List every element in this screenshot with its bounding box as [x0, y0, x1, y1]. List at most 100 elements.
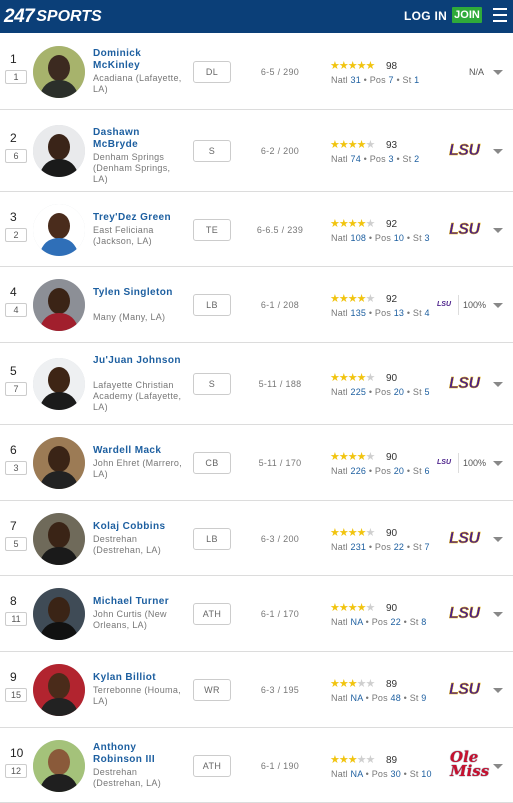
pos-rank[interactable]: 20 — [394, 466, 404, 476]
chevron-down-icon[interactable] — [493, 228, 503, 233]
pos-rank[interactable]: 20 — [394, 387, 404, 397]
player-avatar[interactable] — [33, 513, 85, 565]
natl-rank[interactable]: 74 — [351, 154, 361, 164]
player-name-link[interactable]: Kolaj Cobbins — [93, 521, 185, 533]
natl-rank[interactable]: 135 — [351, 308, 367, 318]
pos-rank[interactable]: 3 — [389, 154, 394, 164]
lsu-logo: LSU — [449, 142, 480, 159]
player-school: Denham Springs (Denham Springs, LA) — [93, 152, 171, 184]
state-rank[interactable]: 10 — [421, 769, 431, 779]
player-name-link[interactable]: Dashawn McBryde — [93, 127, 185, 151]
star-icon: ★ — [338, 678, 349, 690]
player-row[interactable]: 10 12 Anthony Robinson III Destrehan (De… — [0, 728, 513, 803]
lsu-logo: LSU — [449, 605, 480, 622]
natl-rank[interactable]: 226 — [351, 466, 367, 476]
player-row[interactable]: 7 5 Kolaj Cobbins Destrehan (Destrehan, … — [0, 501, 513, 576]
star-icon: ★ — [338, 451, 349, 463]
player-name-link[interactable]: Anthony Robinson III — [93, 742, 185, 766]
player-row[interactable]: 2 6 Dashawn McBryde Denham Springs (Denh… — [0, 110, 513, 192]
state-rank[interactable]: 3 — [425, 233, 430, 243]
separator: • — [368, 542, 373, 552]
player-name-link[interactable]: Trey'Dez Green — [93, 212, 185, 224]
position-badge: LB — [193, 294, 231, 316]
natl-rank[interactable]: 31 — [351, 75, 361, 85]
pos-rank[interactable]: 13 — [394, 308, 404, 318]
separator: • — [365, 617, 369, 627]
player-row[interactable]: 6 3 Wardell Mack John Ehret (Marrero, LA… — [0, 425, 513, 501]
player-row[interactable]: 5 7 Ju'Juan Johnson Lafayette Christian … — [0, 343, 513, 425]
player-name-link[interactable]: Wardell Mack — [93, 445, 185, 457]
player-name-link[interactable]: Tylen Singleton — [93, 287, 185, 299]
state-rank[interactable]: 9 — [421, 693, 426, 703]
player-avatar[interactable] — [33, 588, 85, 640]
chevron-down-icon[interactable] — [493, 688, 503, 693]
star-icon: ★ — [347, 754, 358, 766]
rank-breakdown: Natl 225 • Pos 20 • St 5 — [331, 387, 430, 397]
natl-rank[interactable]: 231 — [351, 542, 367, 552]
chevron-down-icon[interactable] — [493, 382, 503, 387]
player-row[interactable]: 9 15 Kylan Billiot Terrebonne (Houma, LA… — [0, 652, 513, 728]
star-icon: ★ — [365, 293, 376, 305]
chevron-down-icon[interactable] — [493, 149, 503, 154]
player-name-link[interactable]: Kylan Billiot — [93, 672, 185, 684]
star-rating: ★★★★★ — [330, 292, 376, 305]
player-row[interactable]: 1 1 Dominick McKinley Acadiana (Lafayett… — [0, 33, 513, 110]
chevron-down-icon[interactable] — [493, 70, 503, 75]
star-icon: ★ — [365, 754, 376, 766]
player-avatar[interactable] — [33, 437, 85, 489]
chevron-down-icon[interactable] — [493, 537, 503, 542]
position-badge: LB — [193, 528, 231, 550]
star-icon: ★ — [338, 218, 349, 230]
player-avatar[interactable] — [33, 279, 85, 331]
state-rank[interactable]: 2 — [414, 154, 419, 164]
chevron-down-icon[interactable] — [493, 461, 503, 466]
natl-label: Natl — [331, 75, 348, 85]
login-link[interactable]: LOG IN — [404, 9, 447, 23]
rating-score: 90 — [386, 603, 398, 614]
player-name-link[interactable]: Michael Turner — [93, 596, 185, 608]
pos-rank[interactable]: 22 — [394, 542, 404, 552]
natl-rank[interactable]: NA — [351, 693, 363, 703]
pos-rank[interactable]: 48 — [391, 693, 401, 703]
pos-rank[interactable]: 22 — [391, 617, 401, 627]
player-avatar[interactable] — [33, 125, 85, 177]
player-avatar[interactable] — [33, 664, 85, 716]
player-avatar[interactable] — [33, 358, 85, 410]
ole-miss-logo: Ole Miss — [450, 748, 490, 780]
chevron-down-icon[interactable] — [493, 303, 503, 308]
pos-rank[interactable]: 7 — [389, 75, 394, 85]
rank-breakdown: Natl NA • Pos 48 • St 9 — [331, 693, 427, 703]
star-icon: ★ — [365, 527, 376, 539]
state-rank[interactable]: 6 — [425, 466, 430, 476]
site-logo[interactable]: 24 7 SPORTS — [4, 6, 102, 28]
player-name-link[interactable]: Ju'Juan Johnson — [93, 355, 185, 367]
player-name-link[interactable]: Dominick McKinley — [93, 48, 185, 72]
chevron-down-icon[interactable] — [493, 612, 503, 617]
natl-label: Natl — [331, 466, 348, 476]
chevron-down-icon[interactable] — [493, 764, 503, 769]
natl-rank[interactable]: NA — [351, 769, 363, 779]
state-rank[interactable]: 8 — [421, 617, 426, 627]
rank-number: 3 — [10, 210, 17, 224]
player-row[interactable]: 4 4 Tylen Singleton Many (Many, LA) LB 6… — [0, 267, 513, 343]
pos-rank[interactable]: 30 — [391, 769, 401, 779]
separator: • — [396, 154, 400, 164]
player-avatar[interactable] — [33, 740, 85, 792]
natl-rank[interactable]: NA — [351, 617, 363, 627]
natl-rank[interactable]: 225 — [351, 387, 367, 397]
star-icon: ★ — [330, 372, 340, 384]
hamburger-icon[interactable] — [493, 8, 507, 22]
state-rank[interactable]: 4 — [425, 308, 430, 318]
join-button[interactable]: JOIN — [452, 7, 482, 23]
state-rank[interactable]: 5 — [425, 387, 430, 397]
state-rank[interactable]: 1 — [414, 75, 419, 85]
star-icon: ★ — [338, 754, 349, 766]
state-rank[interactable]: 7 — [425, 542, 430, 552]
pos-rank[interactable]: 10 — [394, 233, 404, 243]
player-avatar[interactable] — [33, 46, 85, 98]
natl-rank[interactable]: 108 — [351, 233, 367, 243]
player-row[interactable]: 3 2 Trey'Dez Green East Feliciana (Jacks… — [0, 192, 513, 267]
player-row[interactable]: 8 11 Michael Turner John Curtis (New Orl… — [0, 576, 513, 652]
player-avatar[interactable] — [33, 204, 85, 256]
natl-label: Natl — [331, 542, 348, 552]
